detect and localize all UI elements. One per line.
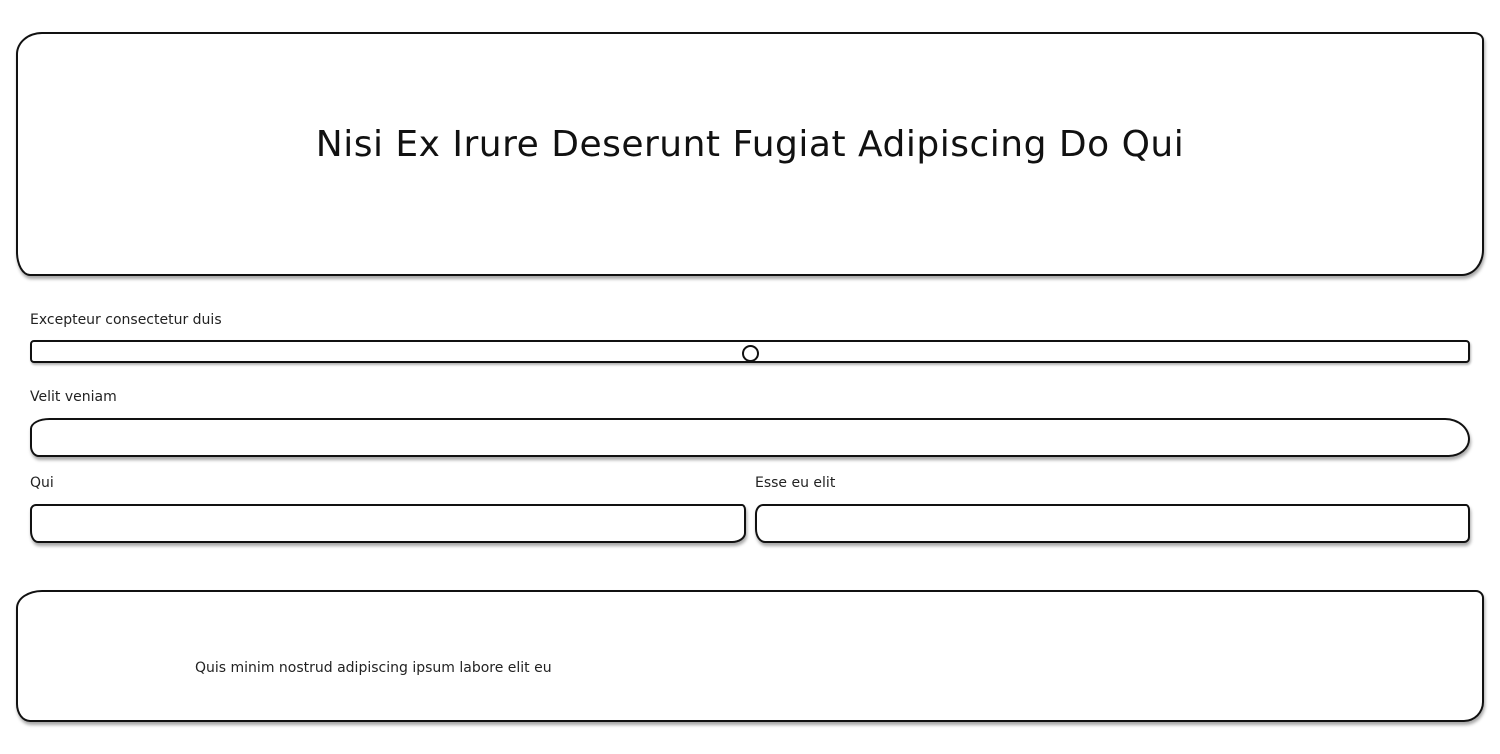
velit-label: Velit veniam	[30, 389, 117, 405]
footer-text: Quis minim nostrud adipiscing ipsum labo…	[195, 660, 552, 676]
qui-input[interactable]	[30, 504, 746, 543]
footer-card: Quis minim nostrud adipiscing ipsum labo…	[16, 590, 1484, 722]
esse-label: Esse eu elit	[755, 475, 836, 491]
slider-thumb[interactable]	[742, 345, 759, 362]
slider-label: Excepteur consectetur duis	[30, 312, 222, 328]
velit-veniam-input[interactable]	[30, 418, 1470, 457]
qui-label: Qui	[30, 475, 54, 491]
range-slider[interactable]	[30, 340, 1470, 363]
page-title: Nisi Ex Irure Deserunt Fugiat Adipiscing…	[315, 123, 1185, 165]
header-card: Nisi Ex Irure Deserunt Fugiat Adipiscing…	[16, 32, 1484, 276]
esse-eu-elit-input[interactable]	[755, 504, 1470, 543]
